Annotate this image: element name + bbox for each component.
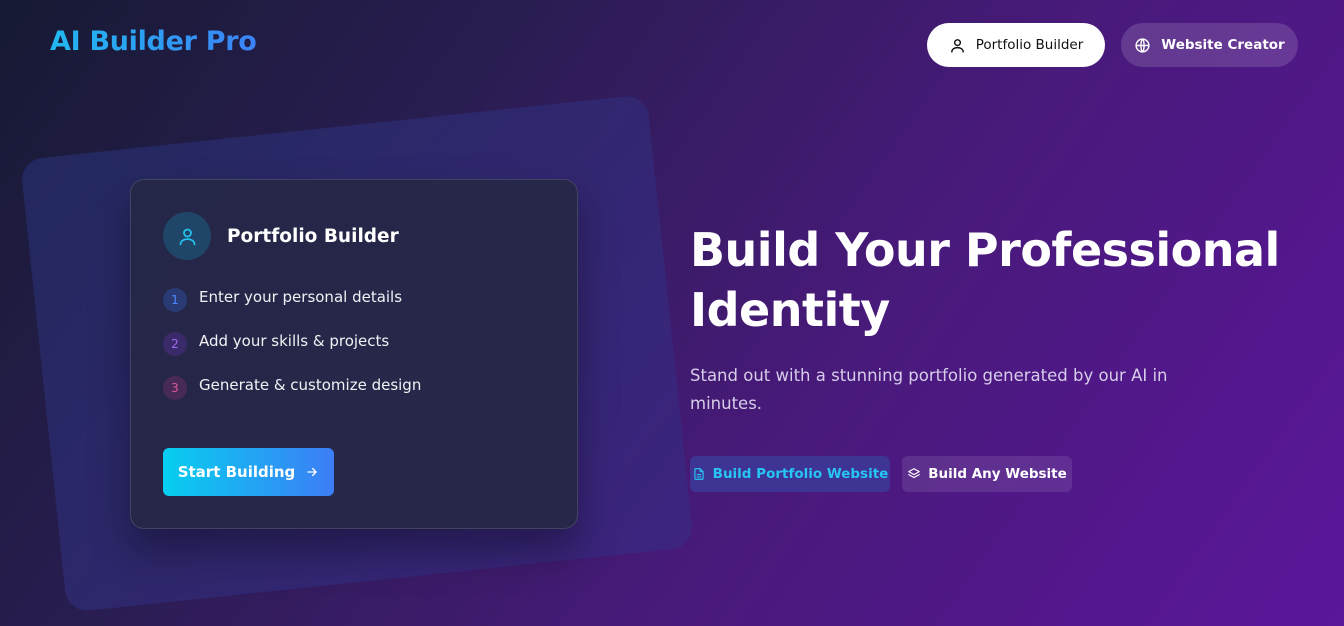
card-avatar xyxy=(163,212,211,260)
step-item: 3 Generate & customize design xyxy=(163,376,421,400)
build-any-website-button[interactable]: Build Any Website xyxy=(902,456,1072,492)
user-icon xyxy=(179,228,195,245)
nav-website-creator-label: Website Creator xyxy=(1161,37,1285,53)
card-title: Portfolio Builder xyxy=(227,225,399,247)
app-logo[interactable]: AI Builder Pro xyxy=(50,26,257,57)
layers-icon xyxy=(908,468,921,479)
card-header: Portfolio Builder xyxy=(163,212,399,260)
nav-portfolio-builder-label: Portfolio Builder xyxy=(975,37,1084,53)
file-icon xyxy=(693,468,704,480)
step-number: 2 xyxy=(163,332,187,356)
hero-subtitle: Stand out with a stunning portfolio gene… xyxy=(690,366,1168,413)
step-text: Generate & customize design xyxy=(199,376,422,394)
build-any-website-label: Build Any Website xyxy=(928,466,1067,482)
step-item: 2 Add your skills & projects xyxy=(163,332,389,356)
portfolio-builder-card: Portfolio Builder 1 Enter your personal … xyxy=(130,179,578,529)
step-text: Enter your personal details xyxy=(199,288,403,306)
hero-title: Build Your Professional Identity xyxy=(690,223,1280,337)
nav-portfolio-builder-button[interactable]: Portfolio Builder xyxy=(927,23,1105,67)
globe-icon xyxy=(1135,37,1150,53)
nav-website-creator-button[interactable]: Website Creator xyxy=(1121,23,1298,67)
start-building-button[interactable]: Start Building xyxy=(163,448,334,496)
step-number: 3 xyxy=(163,376,187,400)
start-building-label: Start Building xyxy=(177,463,296,481)
step-text: Add your skills & projects xyxy=(199,332,390,350)
step-item: 1 Enter your personal details xyxy=(163,288,402,312)
arrow-right-icon xyxy=(307,467,318,477)
step-number: 1 xyxy=(163,288,187,312)
build-portfolio-website-label: Build Portfolio Website xyxy=(712,466,889,482)
build-portfolio-website-button[interactable]: Build Portfolio Website xyxy=(690,456,890,492)
user-icon xyxy=(950,38,964,53)
